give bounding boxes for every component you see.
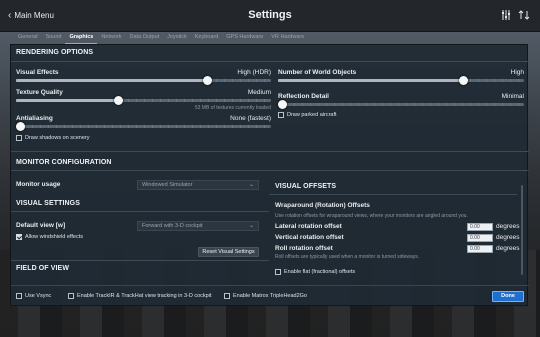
tab-data-output[interactable]: Data Output <box>126 32 164 44</box>
roll-offset-input[interactable]: 0.00 <box>467 245 493 253</box>
reflection-detail-slider[interactable] <box>278 100 524 109</box>
vertical-offset-label: Vertical rotation offset <box>275 234 344 241</box>
tab-gps-hardware[interactable]: GPS Hardware <box>222 32 267 44</box>
divider <box>11 211 269 212</box>
wraparound-offsets-title: Wraparound (Rotation) Offsets <box>275 202 370 209</box>
monitor-usage-value: Windowed Simulator <box>142 182 193 188</box>
matrox-label: Enable Matrox TripleHead2Go <box>233 293 307 299</box>
divider <box>11 260 269 261</box>
monitor-usage-select[interactable]: Windowed Simulator ⌄ <box>137 180 259 190</box>
antialiasing-slider[interactable] <box>16 122 271 131</box>
rendering-options-title: RENDERING OPTIONS <box>16 49 94 56</box>
done-button[interactable]: Done <box>492 291 524 302</box>
flat-offsets-checkbox[interactable] <box>275 269 281 275</box>
visual-effects-label: Visual Effects <box>16 69 59 76</box>
title-bar: ‹ Main Menu Settings <box>0 0 540 32</box>
monitor-usage-label: Monitor usage <box>16 181 61 188</box>
divider <box>11 285 529 286</box>
roll-offset-label: Roll rotation offset <box>275 245 333 252</box>
top-icons <box>500 9 530 21</box>
dual-arrow-icon[interactable] <box>518 9 530 21</box>
texture-quality-slider[interactable] <box>16 96 271 105</box>
vsync-label: Use Vsync <box>25 293 52 299</box>
divider <box>11 61 529 62</box>
default-view-select[interactable]: Forward with 3-D cockpit ⌄ <box>137 221 259 231</box>
antialiasing-label: Antialiasing <box>16 115 53 122</box>
reflection-detail-value: Minimal <box>501 93 524 100</box>
vsync-checkbox[interactable] <box>16 293 22 299</box>
slider-knob[interactable] <box>278 100 287 109</box>
offsets-scrollbar[interactable] <box>521 185 523 275</box>
chevron-down-icon: ⌄ <box>248 182 254 188</box>
texture-quality-label: Texture Quality <box>16 89 63 96</box>
vertical-offset-unit: degrees <box>496 234 520 241</box>
slider-knob[interactable] <box>203 76 213 85</box>
visual-offsets-title: VISUAL OFFSETS <box>275 183 337 190</box>
tab-graphics[interactable]: Graphics <box>65 32 98 44</box>
chevron-down-icon: ⌄ <box>248 223 254 229</box>
slider-knob[interactable] <box>114 96 123 105</box>
divider <box>269 194 517 195</box>
field-of-view-title: FIELD OF VIEW <box>16 265 70 272</box>
monitor-config-title: MONITOR CONFIGURATION <box>16 159 112 166</box>
default-view-label: Default view [w] <box>16 222 66 229</box>
draw-shadows-checkbox[interactable] <box>16 135 22 141</box>
tab-vr-hardware[interactable]: VR Hardware <box>267 32 308 44</box>
tab-general[interactable]: General <box>14 32 42 44</box>
lateral-offset-unit: degrees <box>496 223 520 230</box>
draw-parked-label: Draw parked aircraft <box>287 112 337 118</box>
vertical-offset-input[interactable]: 0.00 <box>467 234 493 242</box>
draw-parked-checkbox[interactable] <box>278 112 284 118</box>
visual-settings-title: VISUAL SETTINGS <box>16 200 80 207</box>
tab-joystick[interactable]: Joystick <box>163 32 191 44</box>
slider-ticks <box>278 103 524 106</box>
roll-offset-note: Roll offsets are typically used when a m… <box>275 254 420 260</box>
slider-fill <box>16 79 208 82</box>
tab-sound[interactable]: Sound <box>42 32 66 44</box>
lateral-offset-input[interactable]: 0.00 <box>467 223 493 231</box>
visual-effects-slider[interactable] <box>16 76 271 85</box>
settings-tabs: General Sound Graphics Network Data Outp… <box>14 32 308 44</box>
tab-network[interactable]: Network <box>97 32 125 44</box>
slider-knob[interactable] <box>16 122 25 131</box>
settings-window: ‹ Main Menu Settings General Sound Graph… <box>0 0 540 337</box>
draw-shadows-label: Draw shadows on scenery <box>25 135 90 141</box>
windshield-effects-checkbox[interactable] <box>16 234 22 240</box>
reflection-detail-label: Reflection Detail <box>278 93 329 100</box>
roll-offset-unit: degrees <box>496 245 520 252</box>
texture-quality-value: Medium <box>247 89 271 96</box>
slider-fill <box>16 99 118 102</box>
world-objects-slider[interactable] <box>278 76 524 85</box>
divider <box>11 151 529 152</box>
texture-memory-note: 53 MB of textures currently loaded <box>194 105 271 111</box>
graphics-panel: RENDERING OPTIONS Visual Effects High (H… <box>10 44 529 306</box>
world-objects-value: High <box>510 69 524 76</box>
visual-effects-value: High (HDR) <box>237 69 271 76</box>
windshield-effects-label: Allow windshield effects <box>25 234 83 240</box>
sliders-icon[interactable] <box>500 9 512 21</box>
trackir-checkbox[interactable] <box>68 293 74 299</box>
lateral-offset-label: Lateral rotation offset <box>275 223 342 230</box>
slider-ticks <box>16 125 271 128</box>
world-objects-label: Number of World Objects <box>278 69 357 76</box>
reset-visual-settings-button[interactable]: Reset Visual Settings <box>198 247 259 257</box>
trackir-label: Enable TrackIR & TrackHat view tracking … <box>77 293 212 299</box>
offsets-description: Use rotation offsets for wraparound view… <box>275 213 468 219</box>
matrox-checkbox[interactable] <box>224 293 230 299</box>
tab-keyboard[interactable]: Keyboard <box>191 32 223 44</box>
flat-offsets-label: Enable flat (fractional) offsets <box>284 269 356 275</box>
default-view-value: Forward with 3-D cockpit <box>142 223 203 229</box>
page-title: Settings <box>248 9 292 21</box>
slider-knob[interactable] <box>458 76 468 85</box>
slider-fill <box>278 79 463 82</box>
divider <box>11 170 529 171</box>
antialiasing-value: None (fastest) <box>230 115 271 122</box>
